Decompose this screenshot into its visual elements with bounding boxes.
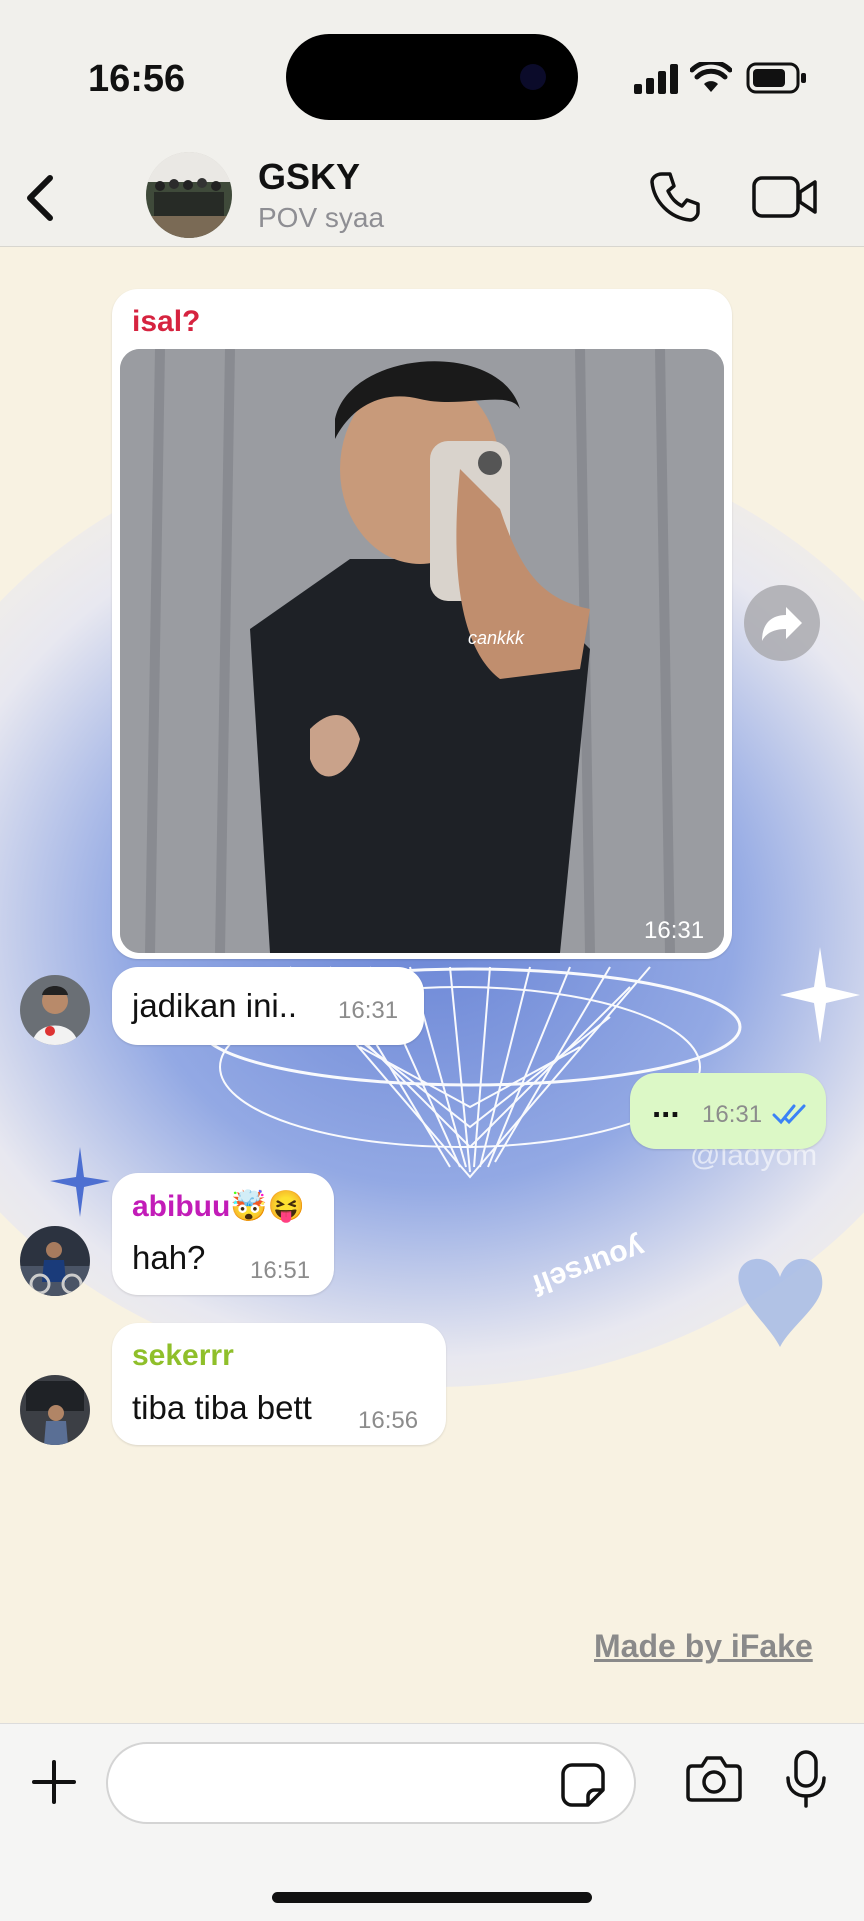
group-name[interactable]: GSKY: [258, 156, 360, 198]
plus-icon[interactable]: [30, 1758, 78, 1806]
phone-icon[interactable]: [648, 168, 704, 224]
photo-attachment[interactable]: cankkk: [120, 349, 724, 953]
sender-avatar[interactable]: [20, 1375, 90, 1445]
chat-header: GSKY POV syaa: [0, 140, 864, 247]
message-text: ...: [652, 1087, 680, 1124]
sender-avatar[interactable]: [20, 1226, 90, 1296]
home-indicator[interactable]: [272, 1892, 592, 1903]
image-message-bubble[interactable]: isal? cankkk 16:31: [112, 289, 732, 959]
message-bubble[interactable]: jadikan ini.. 16:31: [112, 967, 424, 1045]
double-check-icon: [772, 1104, 806, 1125]
message-time: 16:31: [338, 997, 399, 1024]
photo-caption: cankkk: [468, 628, 525, 648]
message-text: jadikan ini..: [132, 987, 298, 1024]
message-text: hah?: [132, 1239, 206, 1276]
sender-name: abibuu🤯😝: [132, 1190, 306, 1223]
sender-avatar[interactable]: [20, 975, 90, 1045]
status-bar: 16:56: [0, 0, 864, 140]
group-subtitle: POV syaa: [258, 202, 385, 233]
back-chevron-icon[interactable]: [16, 170, 66, 226]
message-bubble[interactable]: abibuu🤯😝 hah? 16:51: [112, 1173, 334, 1295]
wifi-icon: [690, 62, 732, 92]
battery-icon: [746, 62, 806, 94]
group-avatar[interactable]: [146, 152, 232, 238]
message-time: 16:56: [358, 1407, 419, 1434]
forward-icon: [762, 607, 802, 641]
microphone-icon[interactable]: [784, 1750, 828, 1810]
camera-icon[interactable]: [686, 1754, 742, 1804]
forward-button[interactable]: [744, 585, 820, 661]
cellular-signal-icon: [634, 64, 678, 94]
sender-name: sekerrr: [132, 1339, 234, 1372]
watermark-link[interactable]: Made by iFake: [594, 1628, 813, 1665]
message-time: 16:51: [250, 1257, 311, 1284]
message-text: tiba tiba bett: [132, 1389, 312, 1426]
sticker-icon[interactable]: [560, 1762, 606, 1808]
video-camera-icon[interactable]: [752, 174, 818, 220]
message-input[interactable]: [106, 1742, 636, 1824]
message-time: 16:31: [644, 917, 705, 944]
outgoing-message-bubble[interactable]: ... 16:31: [630, 1073, 826, 1149]
front-camera-dot: [520, 64, 546, 90]
message-time: 16:31: [702, 1101, 763, 1128]
chat-area[interactable]: yourself @ladyom isal? cankkk 16:31 jadi…: [0, 247, 864, 1723]
status-time: 16:56: [88, 58, 186, 100]
message-bubble[interactable]: sekerrr tiba tiba bett 16:56: [112, 1323, 446, 1445]
sender-name: isal?: [132, 305, 201, 338]
input-bar: [0, 1723, 864, 1921]
